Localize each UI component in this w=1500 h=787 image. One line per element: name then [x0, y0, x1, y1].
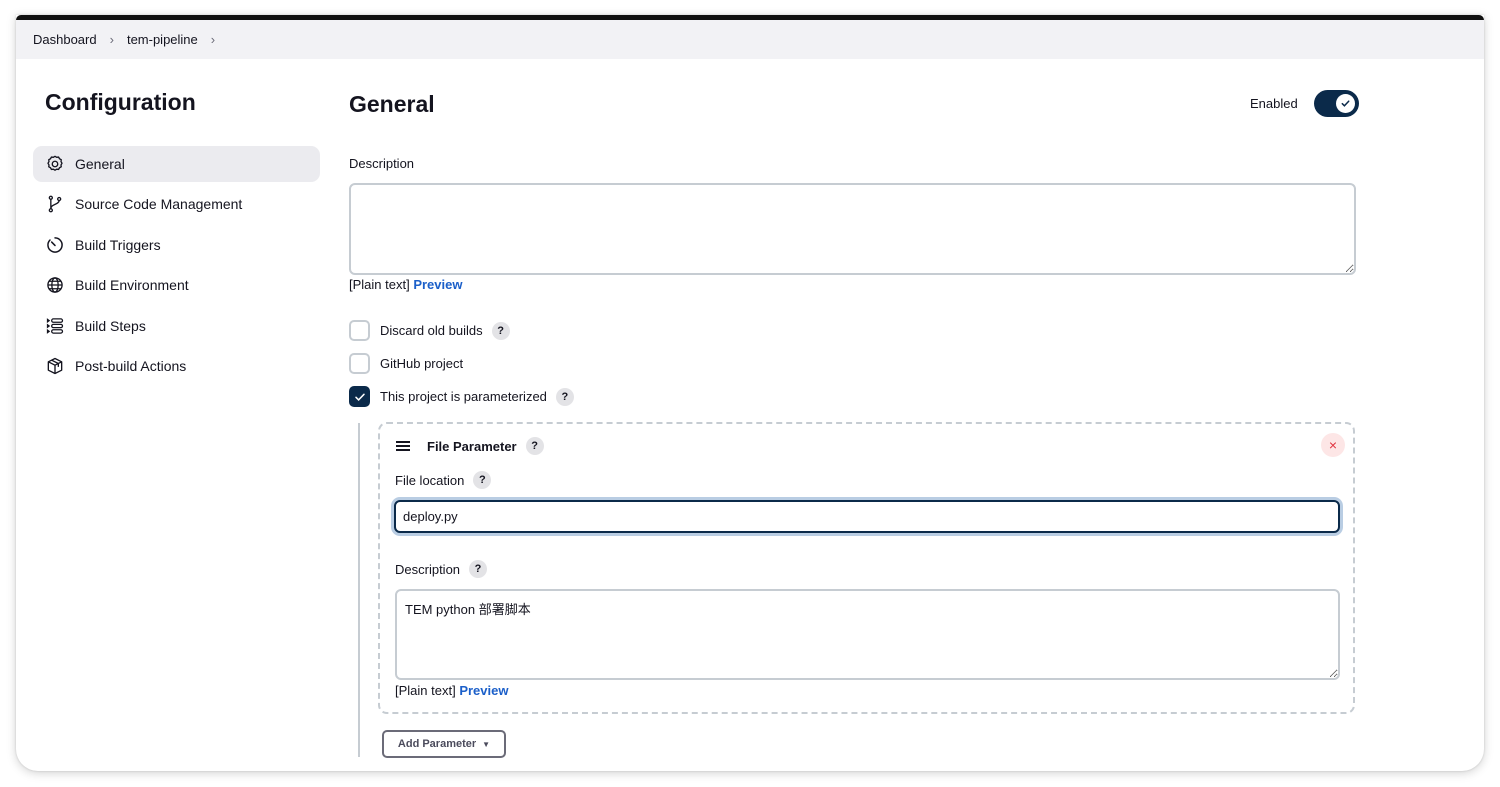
branch-icon: [45, 194, 65, 214]
parameter-description-textarea[interactable]: TEM python 部署脚本: [395, 589, 1340, 680]
file-parameter-title: File Parameter: [427, 438, 517, 454]
drag-handle-icon[interactable]: [396, 441, 410, 451]
preview-link[interactable]: Preview: [459, 683, 508, 698]
parameter-description-label-row: Description ?: [395, 560, 488, 578]
breadcrumb-dashboard[interactable]: Dashboard: [33, 32, 97, 47]
parameterized-checkbox[interactable]: [349, 386, 370, 407]
sidebar-item-label: General: [75, 156, 125, 172]
sidebar-item-label: Post-build Actions: [75, 357, 187, 374]
help-icon[interactable]: ?: [555, 387, 574, 406]
help-icon[interactable]: ?: [473, 471, 492, 489]
sidebar-item-label: Source Code Management: [75, 196, 243, 213]
parameter-description-label: Description: [395, 561, 461, 577]
description-label: Description: [349, 156, 415, 171]
close-icon: ×: [1328, 437, 1338, 453]
jenkins-window: Dashboard › tem-pipeline › Configuration…: [16, 15, 1484, 771]
file-parameter-card: File Parameter ? × File location ? Descr…: [378, 422, 1355, 714]
enabled-toggle[interactable]: [1313, 90, 1359, 117]
sidebar-item-source-code-management[interactable]: Source Code Management: [33, 186, 320, 222]
help-icon[interactable]: ?: [525, 437, 544, 455]
sidebar-title: Configuration: [45, 89, 196, 115]
section-title: General: [349, 91, 435, 117]
github-project-label[interactable]: GitHub project: [380, 356, 463, 371]
file-parameter-header: File Parameter ?: [396, 437, 544, 455]
discard-old-builds-option: Discard old builds ?: [349, 320, 510, 341]
sidebar-item-build-steps[interactable]: Build Steps: [33, 308, 320, 344]
plain-text-label: [Plain text]: [349, 277, 410, 292]
parameterized-option: This project is parameterized ?: [349, 386, 574, 407]
package-icon: [45, 356, 65, 376]
github-project-option: GitHub project: [349, 353, 463, 374]
delete-parameter-button[interactable]: ×: [1321, 433, 1345, 457]
file-location-input[interactable]: [394, 500, 1340, 533]
breadcrumb: Dashboard › tem-pipeline ›: [16, 20, 1484, 59]
list-steps-icon: [45, 316, 65, 336]
sidebar-nav: General Source Code Management Build Tri…: [33, 146, 320, 388]
sidebar-item-post-build-actions[interactable]: Post-build Actions: [33, 348, 320, 384]
sidebar-item-label: Build Triggers: [75, 236, 161, 253]
help-icon[interactable]: ?: [491, 321, 510, 340]
toggle-knob: [1335, 94, 1355, 113]
breadcrumb-chevron-icon[interactable]: ›: [211, 32, 215, 47]
timer-icon: [45, 235, 65, 255]
parameter-description-format-hint: [Plain text] Preview: [395, 683, 508, 698]
sidebar-item-label: Build Steps: [75, 317, 146, 334]
discard-old-builds-checkbox[interactable]: [349, 320, 370, 341]
discard-old-builds-label[interactable]: Discard old builds: [380, 323, 483, 338]
enabled-label: Enabled: [1250, 96, 1298, 111]
github-project-checkbox[interactable]: [349, 353, 370, 374]
sidebar-item-label: Build Environment: [75, 277, 189, 294]
breadcrumb-tem-pipeline[interactable]: tem-pipeline: [127, 32, 198, 47]
gear-icon: [45, 154, 65, 174]
breadcrumb-chevron-icon[interactable]: ›: [110, 32, 114, 47]
plain-text-label: [Plain text]: [395, 683, 456, 698]
check-icon: [354, 393, 365, 401]
add-parameter-label: Add Parameter: [397, 738, 477, 750]
globe-icon: [45, 275, 65, 295]
parameterized-label[interactable]: This project is parameterized: [380, 389, 547, 404]
file-location-label-row: File location ?: [395, 471, 492, 489]
description-textarea[interactable]: [349, 183, 1356, 275]
file-location-label: File location: [395, 472, 465, 488]
add-parameter-button[interactable]: Add Parameter ▼: [382, 730, 506, 758]
description-format-hint: [Plain text] Preview: [349, 277, 462, 292]
nested-section-line: [358, 423, 360, 757]
sidebar-item-general[interactable]: General: [33, 146, 320, 182]
check-icon: [1341, 100, 1350, 107]
sidebar-item-build-triggers[interactable]: Build Triggers: [33, 227, 320, 263]
preview-link[interactable]: Preview: [413, 277, 462, 292]
enabled-control: Enabled: [1250, 90, 1359, 117]
caret-down-icon: ▼: [482, 739, 491, 749]
sidebar-item-build-environment[interactable]: Build Environment: [33, 267, 320, 303]
help-icon[interactable]: ?: [469, 560, 488, 578]
